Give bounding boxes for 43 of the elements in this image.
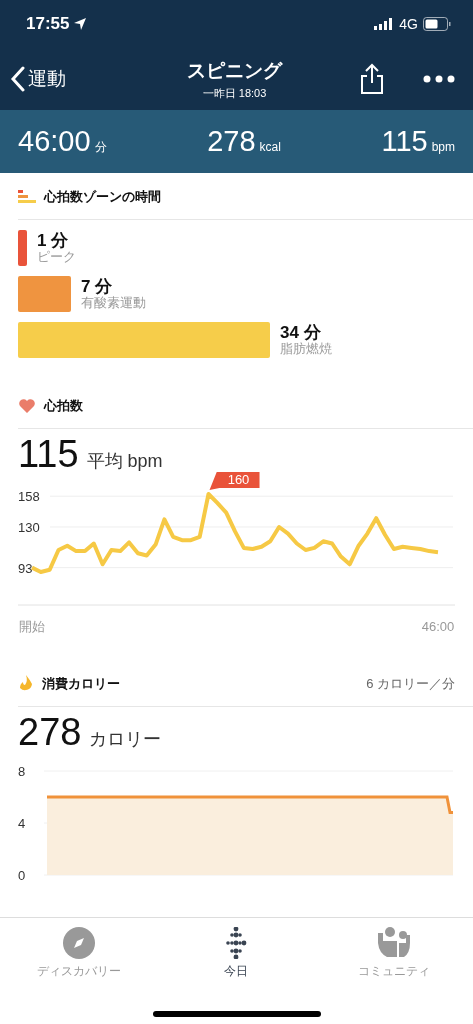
stat-unit: kcal: [259, 140, 281, 154]
axis-tick-label: 158: [18, 489, 40, 505]
compass-icon: [62, 927, 95, 959]
heart-icon: [18, 398, 36, 414]
status-time: 17:55: [26, 14, 70, 34]
workout-title: スピニング: [187, 58, 282, 83]
calorie-rate: 6 カロリー／分: [366, 675, 455, 693]
axis-tick-label: 130: [18, 519, 40, 535]
section-title: 消費カロリー: [42, 675, 121, 693]
zone-bars-icon: [18, 190, 36, 204]
workout-date: 一昨日 18:03: [202, 85, 267, 101]
axis-tick-label: 46:00: [421, 619, 455, 634]
battery-icon: [423, 17, 451, 31]
signal-icon: [374, 18, 395, 30]
location-arrow-icon: [74, 18, 87, 30]
axis-tick-label: 4: [18, 816, 26, 831]
tab-bar-item[interactable]: 今日: [171, 926, 302, 981]
calories-unit: カロリー: [89, 728, 162, 751]
axis-tick-label: 開始: [19, 619, 45, 634]
network-label: 4G: [399, 16, 418, 32]
zone-name: 有酸素運動: [81, 296, 146, 311]
zone-minutes: 34 分: [280, 323, 322, 342]
stat-value: 278: [207, 125, 256, 158]
section-title: 心拍数: [44, 397, 84, 415]
calories-total: 278: [18, 711, 82, 754]
stat-value: 115: [381, 125, 428, 158]
zone-minutes: 1 分: [37, 231, 70, 250]
chevron-left-icon: [10, 66, 26, 92]
axis-tick-label: 0: [18, 868, 26, 883]
section-title: 心拍数ゾーンの時間: [44, 188, 162, 206]
zone-minutes: 7 分: [81, 277, 114, 296]
average-heart-rate: 115: [18, 433, 79, 476]
zone-name: ピーク: [37, 250, 76, 265]
stat-unit: 分: [94, 139, 107, 156]
axis-tick-label: 8: [18, 764, 26, 779]
stat-unit: bpm: [431, 140, 455, 154]
heart-rate-unit: 平均 bpm: [86, 450, 163, 473]
people-icon: [376, 927, 413, 959]
axis-tick-label: 93: [18, 560, 33, 576]
zone-name: 脂肪燃焼: [280, 342, 332, 357]
back-button[interactable]: 運動: [10, 66, 120, 92]
stat-value: 46:00: [18, 125, 91, 158]
peak-callout: 160: [209, 472, 260, 490]
